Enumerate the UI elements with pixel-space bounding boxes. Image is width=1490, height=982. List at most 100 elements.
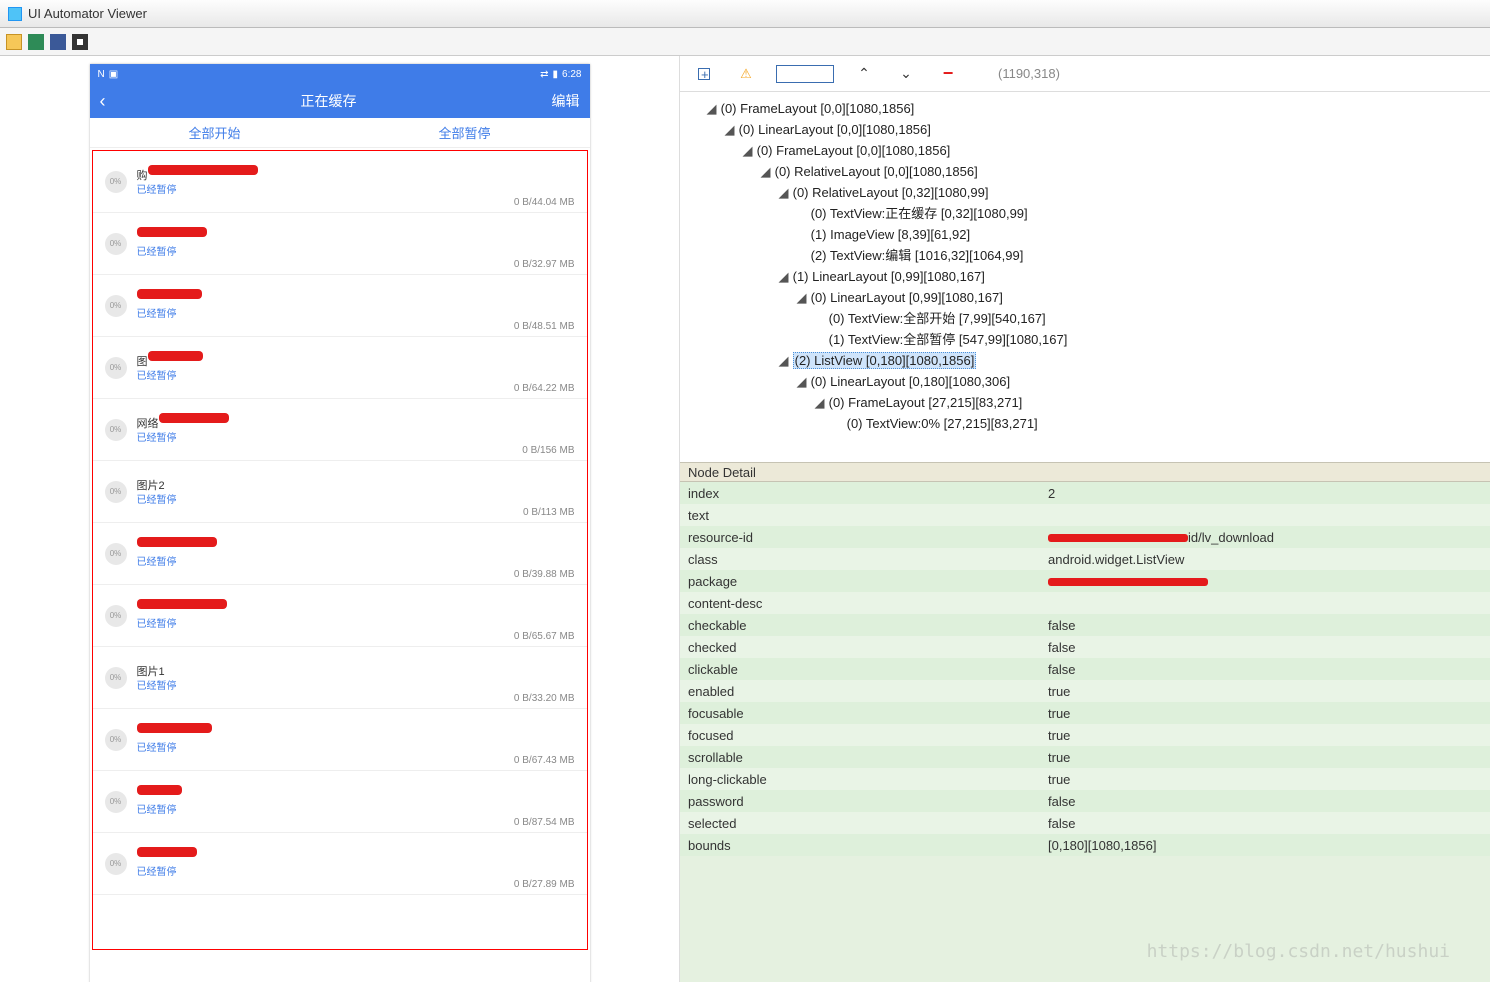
tab-pause-all[interactable]: 全部暂停 (340, 118, 590, 147)
table-row: selectedfalse (680, 812, 1490, 834)
item-title: 图片2 (137, 477, 513, 489)
tree-node[interactable]: ◢ (0) FrameLayout [27,215][83,271] (688, 392, 1482, 413)
item-status: 已经暂停 (137, 677, 504, 692)
screenshot-pane: N▣ ⇄▮6:28 ‹ 正在缓存 编辑 全部开始 全部暂停 0% 购 已经暂停 … (0, 56, 680, 982)
table-row: passwordfalse (680, 790, 1490, 812)
tree-node[interactable]: ◢ (1) LinearLayout [0,99][1080,167] (688, 266, 1482, 287)
list-item[interactable]: 0% 图片2 已经暂停 0 B/113 MB (93, 461, 587, 523)
status-time: 6:28 (562, 69, 581, 80)
clear-icon[interactable]: − (936, 63, 960, 84)
device-dump-icon[interactable] (50, 34, 66, 50)
item-size: 0 B/33.20 MB (514, 693, 575, 704)
detail-key: password (680, 790, 1040, 812)
detail-key: class (680, 548, 1040, 570)
detail-key: text (680, 504, 1040, 526)
tree-node[interactable]: ◢ (0) FrameLayout [0,0][1080,1856] (688, 98, 1482, 119)
tree-node[interactable]: (1) ImageView [8,39][61,92] (688, 224, 1482, 245)
table-row: classandroid.widget.ListView (680, 548, 1490, 570)
item-status: 已经暂停 (137, 491, 513, 506)
detail-value: true (1040, 768, 1490, 790)
open-icon[interactable] (6, 34, 22, 50)
next-icon[interactable]: ⌄ (894, 65, 918, 82)
item-size: 0 B/156 MB (522, 445, 574, 456)
phone-statusbar: N▣ ⇄▮6:28 (90, 64, 590, 84)
tab-start-all[interactable]: 全部开始 (90, 118, 340, 147)
list-item[interactable]: 0% 图 已经暂停 0 B/64.22 MB (93, 337, 587, 399)
item-status: 已经暂停 (137, 181, 504, 196)
item-size: 0 B/87.54 MB (514, 817, 575, 828)
item-status: 已经暂停 (137, 801, 504, 816)
table-row: enabledtrue (680, 680, 1490, 702)
tree-node[interactable]: (0) TextView:0% [27,215][83,271] (688, 413, 1482, 434)
list-item[interactable]: 0% 已经暂停 0 B/48.51 MB (93, 275, 587, 337)
progress-badge: 0% (105, 171, 127, 193)
table-row: focusabletrue (680, 702, 1490, 724)
detail-value (1040, 504, 1490, 526)
app-icon (8, 7, 22, 21)
item-title (137, 849, 504, 861)
list-item[interactable]: 0% 已经暂停 0 B/32.97 MB (93, 213, 587, 275)
item-size: 0 B/65.67 MB (514, 631, 575, 642)
list-item[interactable]: 0% 网络 已经暂停 0 B/156 MB (93, 399, 587, 461)
tree-node[interactable]: ◢ (0) LinearLayout [0,99][1080,167] (688, 287, 1482, 308)
table-row: content-desc (680, 592, 1490, 614)
detail-value: id/lv_download (1040, 526, 1490, 548)
progress-badge: 0% (105, 667, 127, 689)
progress-badge: 0% (105, 419, 127, 441)
table-row: index2 (680, 482, 1490, 504)
tree-node[interactable]: ◢ (0) LinearLayout [0,0][1080,1856] (688, 119, 1482, 140)
device-screenshot-icon[interactable] (28, 34, 44, 50)
detail-key: resource-id (680, 526, 1040, 548)
cursor-coords: (1190,318) (998, 66, 1060, 81)
tree-node[interactable]: ◢ (0) FrameLayout [0,0][1080,1856] (688, 140, 1482, 161)
list-item[interactable]: 0% 图片1 已经暂停 0 B/33.20 MB (93, 647, 587, 709)
expand-all-icon[interactable]: + (692, 68, 716, 80)
progress-badge: 0% (105, 233, 127, 255)
device-screenshot[interactable]: N▣ ⇄▮6:28 ‹ 正在缓存 编辑 全部开始 全部暂停 0% 购 已经暂停 … (90, 64, 590, 982)
item-status: 已经暂停 (137, 553, 504, 568)
tree-node[interactable]: (1) TextView:全部暂停 [547,99][1080,167] (688, 329, 1482, 350)
tree-node[interactable]: ◢ (0) RelativeLayout [0,32][1080,99] (688, 182, 1482, 203)
hierarchy-tree[interactable]: ◢ (0) FrameLayout [0,0][1080,1856]◢ (0) … (680, 92, 1490, 462)
search-input[interactable] (776, 65, 834, 83)
list-item[interactable]: 0% 已经暂停 0 B/67.43 MB (93, 709, 587, 771)
back-icon[interactable]: ‹ (100, 91, 106, 112)
item-status: 已经暂停 (137, 739, 504, 754)
list-item[interactable]: 0% 已经暂停 0 B/39.88 MB (93, 523, 587, 585)
item-size: 0 B/48.51 MB (514, 321, 575, 332)
tree-node[interactable]: (2) TextView:编辑 [1016,32][1064,99] (688, 245, 1482, 266)
table-row: bounds[0,180][1080,1856] (680, 834, 1490, 856)
item-status: 已经暂停 (137, 305, 504, 320)
nafs-icon[interactable]: ⚠ (734, 66, 758, 82)
save-icon[interactable] (72, 34, 88, 50)
prev-icon[interactable]: ⌃ (852, 65, 876, 82)
item-status: 已经暂停 (137, 863, 504, 878)
phone-nav-header: ‹ 正在缓存 编辑 (90, 84, 590, 118)
detail-value: true (1040, 680, 1490, 702)
item-status: 已经暂停 (137, 243, 504, 258)
list-item[interactable]: 0% 已经暂停 0 B/65.67 MB (93, 585, 587, 647)
tree-node[interactable]: (0) TextView:正在缓存 [0,32][1080,99] (688, 203, 1482, 224)
list-item[interactable]: 0% 购 已经暂停 0 B/44.04 MB (93, 151, 587, 213)
progress-badge: 0% (105, 791, 127, 813)
tree-node[interactable]: ◢ (0) LinearLayout [0,180][1080,306] (688, 371, 1482, 392)
tree-node[interactable]: ◢ (2) ListView [0,180][1080,1856] (688, 350, 1482, 371)
table-row: text (680, 504, 1490, 526)
item-size: 0 B/64.22 MB (514, 383, 575, 394)
item-size: 0 B/32.97 MB (514, 259, 575, 270)
item-size: 0 B/113 MB (523, 507, 575, 518)
detail-value: true (1040, 746, 1490, 768)
header-title: 正在缓存 (301, 91, 357, 111)
item-title: 图 (137, 353, 504, 365)
tree-node[interactable]: ◢ (0) RelativeLayout [0,0][1080,1856] (688, 161, 1482, 182)
header-edit[interactable]: 编辑 (552, 91, 580, 111)
tree-node[interactable]: (0) TextView:全部开始 [7,99][540,167] (688, 308, 1482, 329)
progress-badge: 0% (105, 605, 127, 627)
list-item[interactable]: 0% 已经暂停 0 B/87.54 MB (93, 771, 587, 833)
window-title: UI Automator Viewer (28, 6, 147, 21)
detail-key: long-clickable (680, 768, 1040, 790)
detail-value: 2 (1040, 482, 1490, 504)
window-titlebar: UI Automator Viewer (0, 0, 1490, 28)
list-item[interactable]: 0% 已经暂停 0 B/27.89 MB (93, 833, 587, 895)
detail-key: scrollable (680, 746, 1040, 768)
